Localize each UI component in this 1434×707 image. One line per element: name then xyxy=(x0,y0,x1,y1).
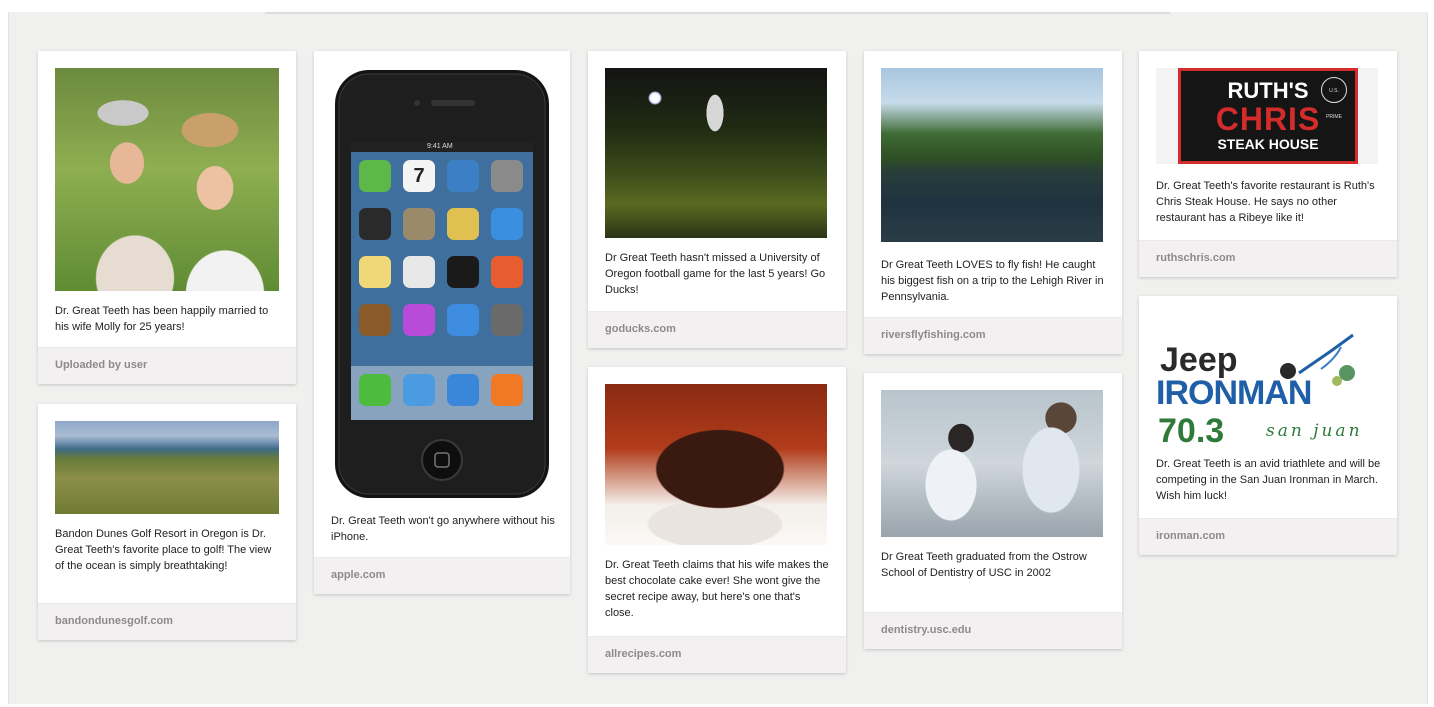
logo-jeep: Jeep xyxy=(1160,341,1238,379)
pin-source-link[interactable]: allrecipes.com xyxy=(605,648,681,660)
pin-source-link[interactable]: apple.com xyxy=(331,569,385,581)
pin-source-bar: ironman.com xyxy=(1139,518,1397,555)
pin-description: Bandon Dunes Golf Resort in Oregon is Dr… xyxy=(55,528,272,572)
pin-image-ironman[interactable]: Jeep IRONMAN 70.3 san juan xyxy=(1156,313,1378,458)
pin-description: Dr. Great Teeth won't go anywhere withou… xyxy=(331,515,555,543)
pin-image-ducks[interactable] xyxy=(605,68,827,238)
pin-source-link[interactable]: goducks.com xyxy=(605,323,676,335)
pin-description: Dr Great Teeth graduated from the Ostrow… xyxy=(881,551,1087,579)
prime-seal-icon: U.S. PRIME xyxy=(1321,77,1347,120)
pin-image-ruth[interactable]: RUTH'S CHRIS STEAK HOUSE U.S. PRIME xyxy=(1156,68,1378,164)
pin-source-bar: goducks.com xyxy=(588,311,846,348)
pin-image-river[interactable] xyxy=(881,68,1103,242)
pin-description: Dr. Great Teeth has been happily married… xyxy=(55,305,269,333)
pin-source-bar: ruthschris.com xyxy=(1139,240,1397,277)
header-divider xyxy=(265,12,1170,14)
pin-source-bar: apple.com xyxy=(314,557,570,594)
ruths-chris-logo: RUTH'S CHRIS STEAK HOUSE U.S. PRIME xyxy=(1178,68,1358,164)
pin-source-link[interactable]: dentistry.usc.edu xyxy=(881,624,971,636)
pin-iphone[interactable]: 9:41 AM 7 Dr. Great Teeth won't go anywh… xyxy=(314,51,570,594)
pin-image-dental[interactable] xyxy=(881,390,1103,537)
logo-line-steakhouse: STEAK HOUSE xyxy=(1217,136,1319,152)
pin-description: Dr Great Teeth hasn't missed a Universit… xyxy=(605,252,826,296)
pin-source-link[interactable]: Uploaded by user xyxy=(55,359,147,371)
pin-description: Dr. Great Teeth is an avid triathlete an… xyxy=(1156,458,1381,502)
pin-source-bar: Uploaded by user xyxy=(38,347,296,384)
pin-source-bar: allrecipes.com xyxy=(588,636,846,673)
pin-ironman[interactable]: Jeep IRONMAN 70.3 san juan Dr. Great Tee… xyxy=(1139,296,1397,555)
iphone-icon xyxy=(335,70,549,498)
pin-couple[interactable]: Dr. Great Teeth has been happily married… xyxy=(38,51,296,384)
pin-cake[interactable]: Dr. Great Teeth claims that his wife mak… xyxy=(588,367,846,673)
pin-river[interactable]: Dr Great Teeth LOVES to fly fish! He cau… xyxy=(864,51,1122,354)
pin-ducks[interactable]: Dr Great Teeth hasn't missed a Universit… xyxy=(588,51,846,348)
pin-source-bar: dentistry.usc.edu xyxy=(864,612,1122,649)
calendar-day: 7 xyxy=(413,165,425,187)
pin-source-link[interactable]: bandondunesgolf.com xyxy=(55,615,173,627)
pin-dental[interactable]: Dr Great Teeth graduated from the Ostrow… xyxy=(864,373,1122,649)
pin-source-link[interactable]: riversflyfishing.com xyxy=(881,329,986,341)
iphone-status-time: 9:41 AM xyxy=(427,143,453,150)
pin-description: Dr. Great Teeth's favorite restaurant is… xyxy=(1156,180,1375,224)
pin-image-iphone[interactable]: 9:41 AM 7 xyxy=(331,68,553,500)
pin-description: Dr Great Teeth LOVES to fly fish! He cau… xyxy=(881,259,1104,303)
pin-image-cake[interactable] xyxy=(605,384,827,545)
pin-golf[interactable]: Bandon Dunes Golf Resort in Oregon is Dr… xyxy=(38,404,296,640)
pin-image-couple[interactable] xyxy=(55,68,279,291)
pin-image-golf[interactable] xyxy=(55,421,279,514)
pin-source-link[interactable]: ironman.com xyxy=(1156,530,1225,542)
pin-ruth[interactable]: RUTH'S CHRIS STEAK HOUSE U.S. PRIME Dr. … xyxy=(1139,51,1397,277)
pin-description: Dr. Great Teeth claims that his wife mak… xyxy=(605,559,829,619)
pin-source-link[interactable]: ruthschris.com xyxy=(1156,252,1235,264)
pin-source-bar: bandondunesgolf.com xyxy=(38,603,296,640)
logo-distance: 70.3 xyxy=(1158,412,1225,450)
pin-source-bar: riversflyfishing.com xyxy=(864,317,1122,354)
logo-location: san juan xyxy=(1266,421,1363,441)
logo-ironman: IRONMAN xyxy=(1156,374,1312,412)
